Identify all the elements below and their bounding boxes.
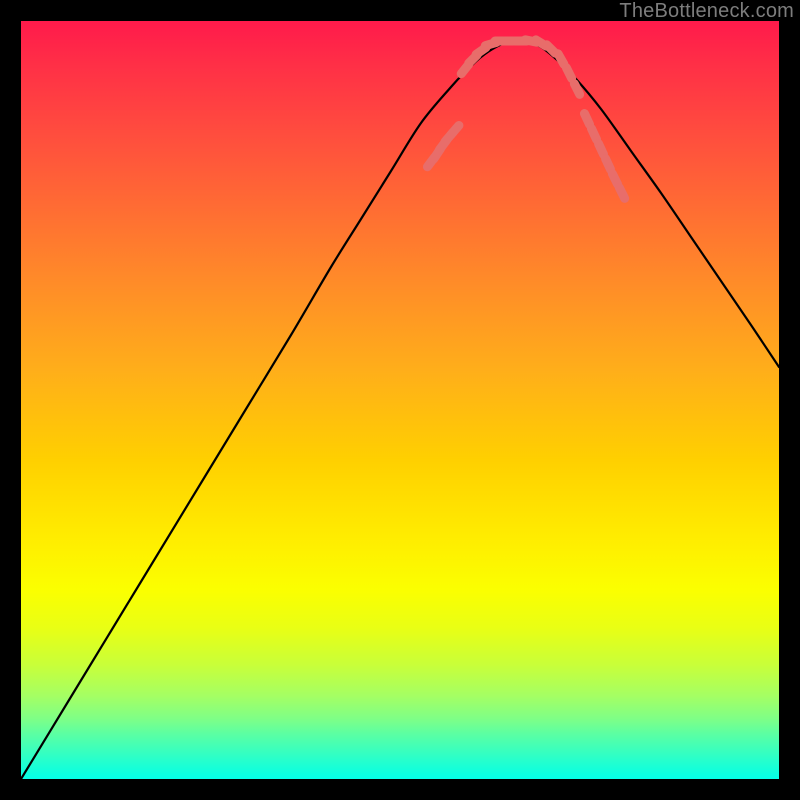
plot-area — [21, 21, 779, 779]
highlight-dot — [566, 68, 571, 79]
highlight-dot — [591, 129, 596, 140]
bottleneck-curve — [21, 40, 779, 779]
highlight-dots-right — [584, 114, 624, 199]
highlight-dot — [612, 174, 617, 185]
highlight-dots-floor — [461, 40, 579, 95]
highlight-dot — [584, 114, 589, 125]
highlight-dot — [574, 84, 579, 95]
highlight-dot — [605, 159, 610, 170]
highlight-dot — [558, 54, 564, 64]
curve-line — [21, 40, 779, 779]
highlight-dots-left — [427, 125, 459, 166]
chart-svg — [21, 21, 779, 779]
highlight-dot — [598, 144, 603, 155]
watermark-text: TheBottleneck.com — [619, 0, 794, 23]
highlight-dot — [619, 188, 624, 199]
chart-frame: TheBottleneck.com — [0, 0, 800, 800]
highlight-dot — [451, 125, 459, 134]
